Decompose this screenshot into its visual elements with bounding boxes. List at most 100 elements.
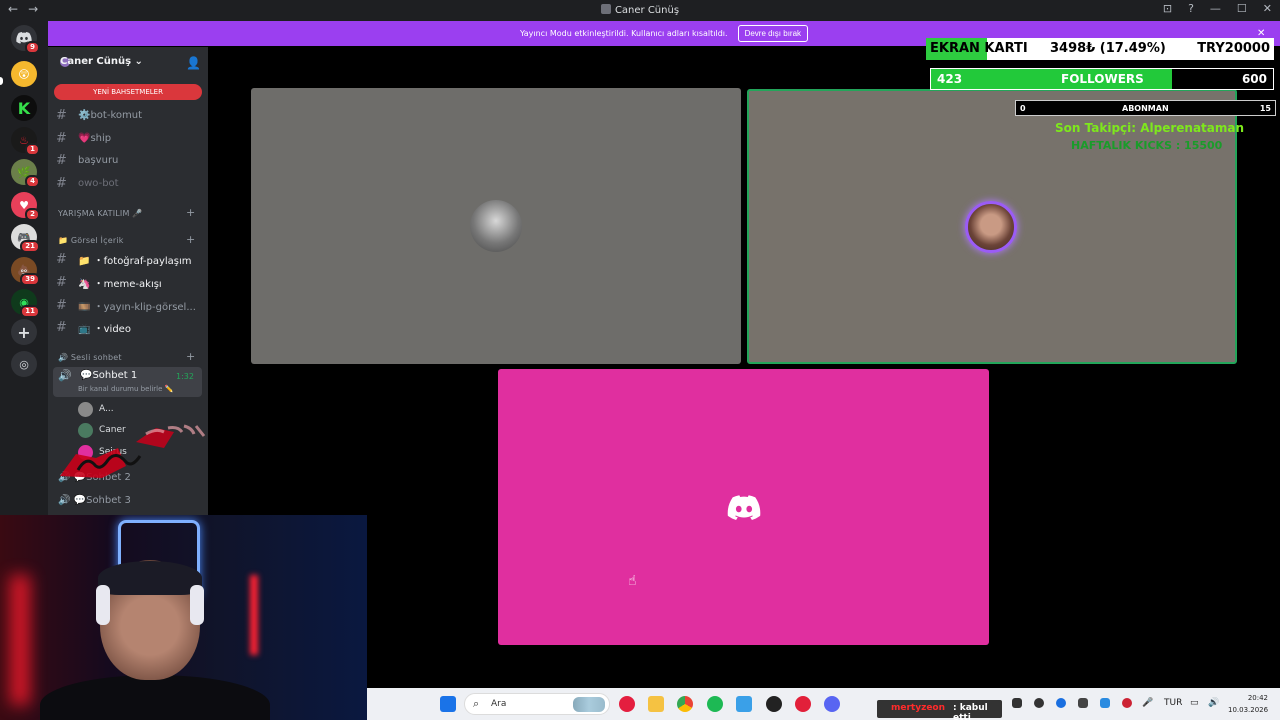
voice-channel[interactable]: 🔊 💬Sohbet 3	[58, 495, 131, 506]
inbox-icon[interactable]: ⊡	[1163, 2, 1172, 15]
guild-name-text: Caner Cünüş	[60, 56, 132, 67]
add-channel-icon[interactable]: +	[186, 233, 195, 246]
discord-home-icon[interactable]: 9	[11, 25, 40, 54]
hash-icon: #	[56, 274, 67, 290]
volume-icon[interactable]: 🔊	[1208, 698, 1219, 708]
category-yarisma[interactable]: YARIŞMA KATILIM 🎤	[58, 209, 142, 218]
media-app-icon[interactable]	[619, 696, 635, 712]
tray-icon[interactable]	[1034, 698, 1044, 708]
channel-meme-akisi[interactable]: # 🦄 ・meme-akışı	[56, 273, 162, 291]
hash-icon: #	[56, 297, 67, 313]
app-icon[interactable]	[795, 696, 811, 712]
close-icon[interactable]: ✕	[1263, 2, 1272, 15]
add-channel-icon[interactable]: +	[186, 350, 195, 363]
new-mentions-pill[interactable]: YENİ BAHSETMELER	[54, 84, 202, 100]
screen: ← → Caner Cünüş ⊡ ? — ☐ ✕ 9 😲 K ♨ 1 🌿 4 ♥ 2…	[0, 0, 1280, 720]
add-user-icon[interactable]: 👤	[186, 56, 201, 70]
webcam-feed	[0, 515, 367, 720]
hash-icon: #	[56, 152, 67, 168]
stream-logo-overlay	[60, 424, 206, 478]
channel-basvuru[interactable]: # başvuru	[56, 151, 118, 169]
headphones	[190, 585, 204, 625]
maximize-icon[interactable]: ☐	[1237, 2, 1247, 15]
clock-time: 20:42	[1247, 694, 1268, 702]
notification-user: mertyzeon	[891, 703, 946, 713]
followers-label: FOLLOWERS	[1061, 72, 1144, 86]
disable-streamer-mode-button[interactable]: Devre dışı bırak	[737, 25, 809, 42]
hash-icon: #	[56, 319, 67, 335]
add-channel-icon[interactable]: +	[186, 206, 195, 219]
unread-badge: 9	[25, 41, 40, 54]
help-icon[interactable]: ?	[1188, 2, 1194, 15]
voice-channel-label: 💬Sohbet 3	[73, 495, 131, 506]
server-icon[interactable]: 😲	[11, 61, 37, 87]
hash-icon: #	[56, 175, 67, 191]
bandana	[98, 561, 202, 595]
hash-icon: #	[56, 130, 67, 146]
channel-bot-komut[interactable]: # ⚙️bot-komut	[56, 106, 142, 124]
tray-icon[interactable]	[1056, 698, 1066, 708]
spotify-icon[interactable]	[707, 696, 723, 712]
search-highlight-image	[573, 697, 605, 712]
avatar	[78, 401, 93, 417]
obs-icon[interactable]	[766, 696, 782, 712]
unread-badge: 4	[25, 175, 40, 188]
server-icon[interactable]: ◉ 11	[11, 289, 40, 318]
category-gorsel[interactable]: 📁 Görsel İçerik	[58, 236, 124, 245]
abonman-goal: 15	[1259, 104, 1271, 113]
channel-yayin-klip[interactable]: # 🎞️ ・yayın-klip-görsel...	[56, 296, 196, 314]
tray-icon[interactable]	[1012, 698, 1022, 708]
followers-goal-widget: 423 FOLLOWERS 600	[930, 68, 1274, 90]
explore-icon[interactable]: ◎	[11, 351, 37, 377]
unread-badge: 39	[20, 273, 40, 286]
app-icon[interactable]	[736, 696, 752, 712]
chat-notification: mertyzeon : kabul etti	[877, 700, 1002, 720]
minimize-icon[interactable]: —	[1210, 2, 1221, 15]
file-explorer-icon[interactable]	[648, 696, 664, 712]
taskbar-search[interactable]: ⌕ Ara	[464, 693, 610, 715]
add-server-icon[interactable]: +	[11, 319, 37, 345]
channel-fotograf-paylasim[interactable]: # 📁 ・fotoğraf-paylaşım	[56, 250, 192, 268]
unread-badge: 2	[25, 208, 40, 221]
server-icon[interactable]: 💩 39	[11, 257, 40, 286]
server-icon[interactable]: ♨ 1	[11, 127, 40, 156]
hash-icon: #	[56, 107, 67, 123]
microphone-icon[interactable]: 🎤	[1142, 698, 1153, 708]
clock-date: 10.03.2026	[1228, 706, 1269, 714]
windows-start-icon[interactable]	[440, 696, 456, 712]
channel-ship[interactable]: # 💗ship	[56, 129, 111, 147]
tray-icon[interactable]	[1122, 698, 1132, 708]
led-light	[10, 575, 30, 705]
channel-label: 📁 ・fotoğraf-paylaşım	[78, 255, 192, 267]
channel-video[interactable]: # 📺 ・video	[56, 318, 131, 336]
server-icon[interactable]: 🎮 21	[11, 224, 40, 253]
channel-owo-bot[interactable]: # owo-bot	[56, 174, 119, 192]
followers-goal: 600	[1241, 72, 1267, 86]
voice-status[interactable]: Bir kanal durumu belirle ✏️	[78, 385, 173, 393]
weekly-kicks-text: HAFTALIK KICKS : 15500	[1071, 139, 1223, 152]
goal-target: TRY20000	[1197, 41, 1270, 56]
voice-user[interactable]: A...	[78, 401, 114, 417]
steam-icon[interactable]	[1078, 698, 1088, 708]
server-icon[interactable]: ♥ 2	[11, 192, 40, 221]
chevron-down-icon: ⌄	[134, 56, 143, 67]
chrome-icon[interactable]	[677, 696, 693, 712]
channel-label: owo-bot	[78, 177, 119, 189]
category-sesli[interactable]: 🔊 Sesli sohbet	[58, 353, 122, 362]
server-icon[interactable]: K	[11, 95, 37, 121]
language-indicator[interactable]: TUR	[1164, 698, 1182, 708]
server-icon[interactable]: 🌿 4	[11, 159, 40, 188]
network-icon[interactable]: ▭	[1190, 698, 1199, 708]
followers-current: 423	[937, 72, 963, 86]
discord-taskbar-icon[interactable]	[824, 696, 840, 712]
taskbar-clock[interactable]: 20:42 10.03.2026	[1228, 692, 1268, 716]
tray-icon[interactable]	[1100, 698, 1110, 708]
channel-label: 🎞️ ・yayın-klip-görsel...	[78, 301, 196, 313]
voice-timer: 1:32	[176, 372, 194, 381]
server-icon	[600, 4, 611, 14]
channel-label: başvuru	[78, 154, 119, 166]
discord-logo-icon	[727, 495, 761, 521]
last-follower-text: Son Takipçi: Alperenataman	[1055, 121, 1245, 135]
headphones	[96, 585, 110, 625]
guild-name[interactable]: Caner Cünüş ⌄	[60, 56, 143, 67]
